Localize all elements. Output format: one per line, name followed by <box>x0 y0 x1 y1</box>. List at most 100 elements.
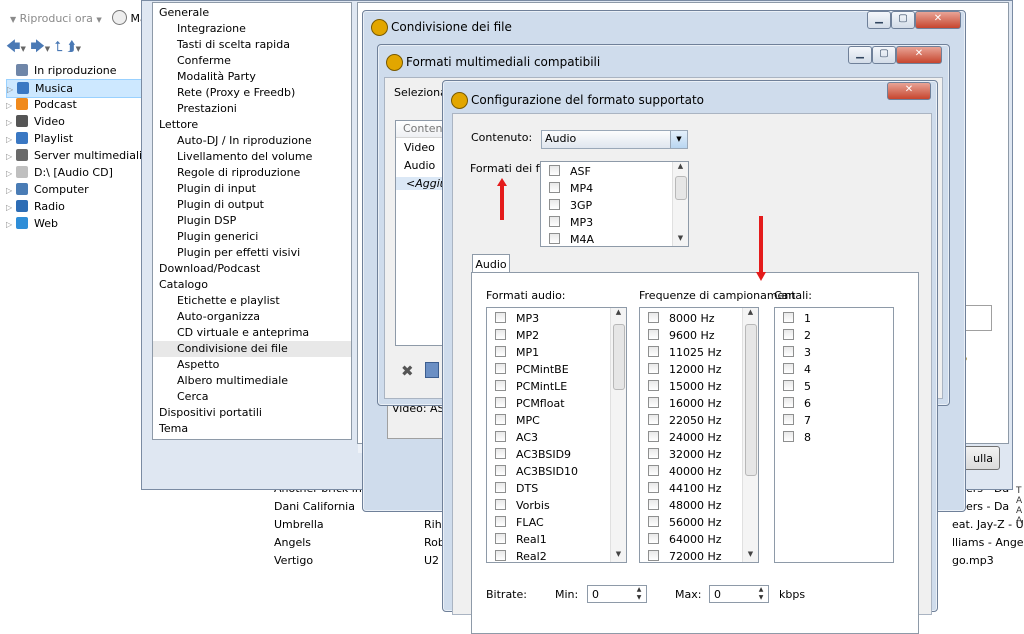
sample-rate-option[interactable]: 44100 Hz <box>648 480 722 497</box>
nav-item[interactable]: ▷ Podcast <box>6 96 146 113</box>
checkbox[interactable] <box>648 499 659 510</box>
checkbox[interactable] <box>495 550 506 561</box>
scroll-up-icon[interactable]: ▲ <box>743 308 758 320</box>
channel-option[interactable]: 6 <box>783 395 811 412</box>
channel-option[interactable]: 1 <box>783 310 811 327</box>
dropdown-arrow-icon[interactable]: ▼ <box>76 45 81 53</box>
audio-format-option[interactable]: MPC <box>495 412 540 429</box>
sample-rate-option[interactable]: 56000 Hz <box>648 514 722 531</box>
expand-arrow-icon[interactable]: ▷ <box>6 199 16 216</box>
checkbox[interactable] <box>549 216 560 227</box>
checkbox[interactable] <box>495 397 506 408</box>
options-tree-item[interactable]: Conferme <box>153 53 231 69</box>
nav-item[interactable]: In riproduzione <box>6 62 146 79</box>
scroll-up-icon[interactable]: ▲ <box>673 162 688 174</box>
scrollbar-thumb[interactable] <box>675 176 687 200</box>
delete-icon[interactable]: ✖ <box>401 362 414 380</box>
options-tree-item[interactable]: Catalogo <box>153 277 208 293</box>
checkbox[interactable] <box>783 380 794 391</box>
file-format-option[interactable]: MP4 <box>549 180 593 197</box>
checkbox[interactable] <box>495 329 506 340</box>
options-tree-item[interactable]: Plugin per effetti visivi <box>153 245 300 261</box>
checkbox[interactable] <box>495 431 506 442</box>
options-tree-item[interactable]: Cerca <box>153 389 209 405</box>
nav-item[interactable]: ▷ Server multimediali <box>6 147 146 164</box>
sample-rate-option[interactable]: 9600 Hz <box>648 327 715 344</box>
options-tree-item[interactable]: Dispositivi portatili <box>153 405 262 421</box>
minimize-button[interactable]: ▁ <box>848 46 872 64</box>
checkbox[interactable] <box>549 165 560 176</box>
audio-format-option[interactable]: AC3 <box>495 429 538 446</box>
audio-formats-list[interactable]: MP3 MP2 MP1 PCMintBE PCMintLE PCMfloat MPC AC3 A… <box>486 307 627 563</box>
sample-rate-option[interactable]: 32000 Hz <box>648 446 722 463</box>
audio-format-option[interactable]: Real2 <box>495 548 547 562</box>
audio-format-option[interactable]: Vorbis <box>495 497 550 514</box>
nav-item[interactable]: ▷ Radio <box>6 198 146 215</box>
expand-arrow-icon[interactable]: ▷ <box>6 114 16 131</box>
back-arrow-icon[interactable]: 🡄 <box>6 39 20 55</box>
audio-format-option[interactable]: MP2 <box>495 327 539 344</box>
options-tree-item[interactable]: Regole di riproduzione <box>153 165 300 181</box>
checkbox[interactable] <box>495 516 506 527</box>
dropdown-arrow-icon[interactable]: ▼ <box>20 45 25 53</box>
sample-rate-option[interactable]: 72000 Hz <box>648 548 722 562</box>
audio-format-option[interactable]: FLAC <box>495 514 544 531</box>
nav-item[interactable]: ▷ Web <box>6 215 146 232</box>
checkbox[interactable] <box>783 346 794 357</box>
checkbox[interactable] <box>783 363 794 374</box>
channel-option[interactable]: 2 <box>783 327 811 344</box>
checkbox[interactable] <box>495 533 506 544</box>
file-format-option[interactable]: ASF <box>549 163 591 180</box>
options-tree-item[interactable]: Tasti di scelta rapida <box>153 37 290 53</box>
close-button[interactable]: ✕ <box>887 82 931 100</box>
options-tree-item[interactable]: Plugin di output <box>153 197 264 213</box>
options-tree-item[interactable]: Download/Podcast <box>153 261 260 277</box>
scrollbar[interactable]: ▲ ▼ <box>610 308 626 562</box>
options-tree-item[interactable]: Rete (Proxy e Freedb) <box>153 85 295 101</box>
maximize-button[interactable]: ▢ <box>891 11 915 29</box>
sample-rate-option[interactable]: 48000 Hz <box>648 497 722 514</box>
formats-list-item[interactable]: Video <box>404 141 435 154</box>
options-tree-item[interactable]: Plugin generici <box>153 229 258 245</box>
checkbox[interactable] <box>495 312 506 323</box>
options-tree-item[interactable]: Livellamento del volume <box>153 149 312 165</box>
bitrate-min-input[interactable]: 0 ▲ ▼ <box>587 585 647 603</box>
maximize-button[interactable]: ▢ <box>872 46 896 64</box>
nav-item[interactable]: ▷ Video <box>6 113 146 130</box>
close-button[interactable]: ✕ <box>915 11 961 29</box>
checkbox[interactable] <box>648 414 659 425</box>
sample-rate-option[interactable]: 8000 Hz <box>648 310 715 327</box>
checkbox[interactable] <box>648 329 659 340</box>
checkbox[interactable] <box>648 516 659 527</box>
checkbox[interactable] <box>648 533 659 544</box>
checkbox[interactable] <box>648 346 659 357</box>
bitrate-max-input[interactable]: 0 ▲ ▼ <box>709 585 769 603</box>
checkbox[interactable] <box>549 182 560 193</box>
checkbox[interactable] <box>783 397 794 408</box>
expand-arrow-icon[interactable]: ▷ <box>6 148 16 165</box>
scrollbar-thumb[interactable] <box>613 324 625 390</box>
options-tree-item[interactable]: Lettore <box>153 117 198 133</box>
sample-rate-option[interactable]: 24000 Hz <box>648 429 722 446</box>
checkbox[interactable] <box>495 363 506 374</box>
scroll-up-icon[interactable]: ▲ <box>611 308 626 320</box>
checkbox[interactable] <box>495 482 506 493</box>
expand-arrow-icon[interactable]: ▷ <box>6 97 16 114</box>
up-arrow-icon[interactable]: ⮤ <box>55 39 63 55</box>
checkbox[interactable] <box>495 414 506 425</box>
checkbox[interactable] <box>648 312 659 323</box>
scroll-down-icon[interactable]: ▼ <box>673 234 688 246</box>
sample-rate-option[interactable]: 22050 Hz <box>648 412 722 429</box>
minimize-button[interactable]: ▁ <box>867 11 891 29</box>
checkbox[interactable] <box>549 233 560 244</box>
options-tree-item[interactable]: Auto-DJ / In riproduzione <box>153 133 312 149</box>
sample-rates-list[interactable]: 8000 Hz 9600 Hz 11025 Hz 12000 Hz 15000 Hz 16… <box>639 307 759 563</box>
nav-item[interactable]: ▷ Playlist <box>6 130 146 147</box>
scroll-down-icon[interactable]: ▼ <box>611 550 626 562</box>
audio-format-option[interactable]: PCMintBE <box>495 361 569 378</box>
chevron-down-icon[interactable]: ▼ <box>670 131 687 148</box>
audio-format-option[interactable]: PCMintLE <box>495 378 567 395</box>
scrollbar[interactable]: ▲ ▼ <box>672 162 688 246</box>
nav-item[interactable]: ▷ D:\ [Audio CD] <box>6 164 146 181</box>
audio-format-option[interactable]: MP3 <box>495 310 539 327</box>
